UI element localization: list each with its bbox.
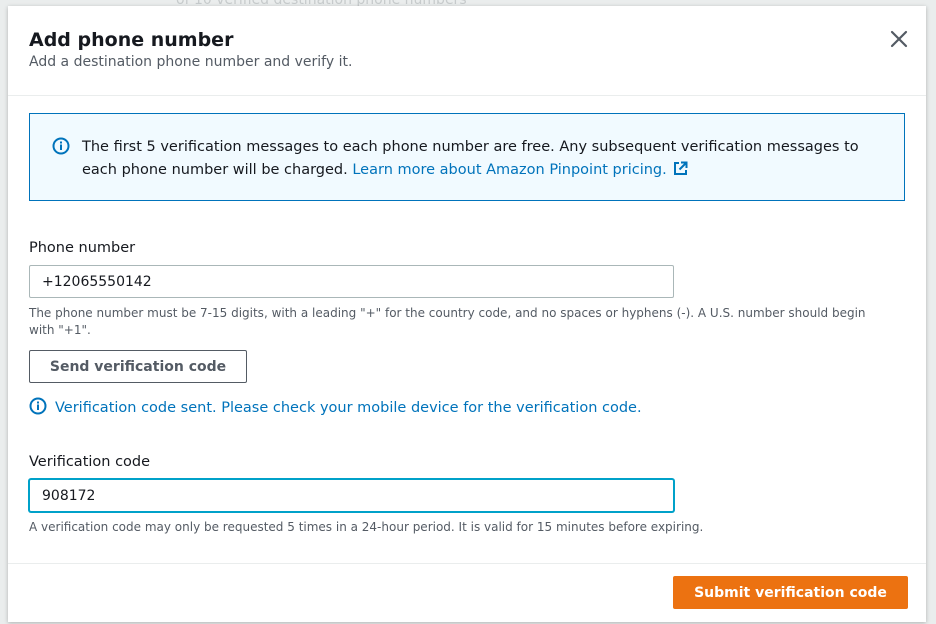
status-text: Verification code sent. Please check you… xyxy=(55,400,642,416)
modal-title: Add phone number xyxy=(29,29,234,51)
modal-footer: Submit verification code xyxy=(8,563,926,622)
add-phone-number-modal: Add phone number Add a destination phone… xyxy=(8,6,926,622)
info-icon xyxy=(52,137,70,155)
alert-message: The first 5 verification messages to eac… xyxy=(82,136,892,182)
external-link-icon[interactable] xyxy=(673,161,688,176)
send-verification-code-button[interactable]: Send verification code xyxy=(29,350,247,383)
verification-code-hint: A verification code may only be requeste… xyxy=(29,520,704,534)
info-icon xyxy=(29,397,47,415)
modal-header: Add phone number Add a destination phone… xyxy=(8,6,926,96)
verification-code-input[interactable] xyxy=(29,479,674,512)
close-icon[interactable] xyxy=(888,28,910,50)
phone-number-hint: The phone number must be 7-15 digits, wi… xyxy=(29,306,866,337)
phone-number-label: Phone number xyxy=(29,240,136,256)
submit-verification-code-button[interactable]: Submit verification code xyxy=(673,576,908,609)
pricing-link-text[interactable]: Learn more about Amazon Pinpoint pricing… xyxy=(352,162,666,178)
modal-subtitle: Add a destination phone number and verif… xyxy=(29,54,353,70)
verification-code-label: Verification code xyxy=(29,454,151,470)
phone-number-input[interactable] xyxy=(29,265,674,298)
pricing-info-alert: The first 5 verification messages to eac… xyxy=(29,113,905,201)
pricing-link[interactable]: Learn more about Amazon Pinpoint pricing… xyxy=(352,161,688,178)
verification-sent-status: Verification code sent. Please check you… xyxy=(29,397,642,416)
